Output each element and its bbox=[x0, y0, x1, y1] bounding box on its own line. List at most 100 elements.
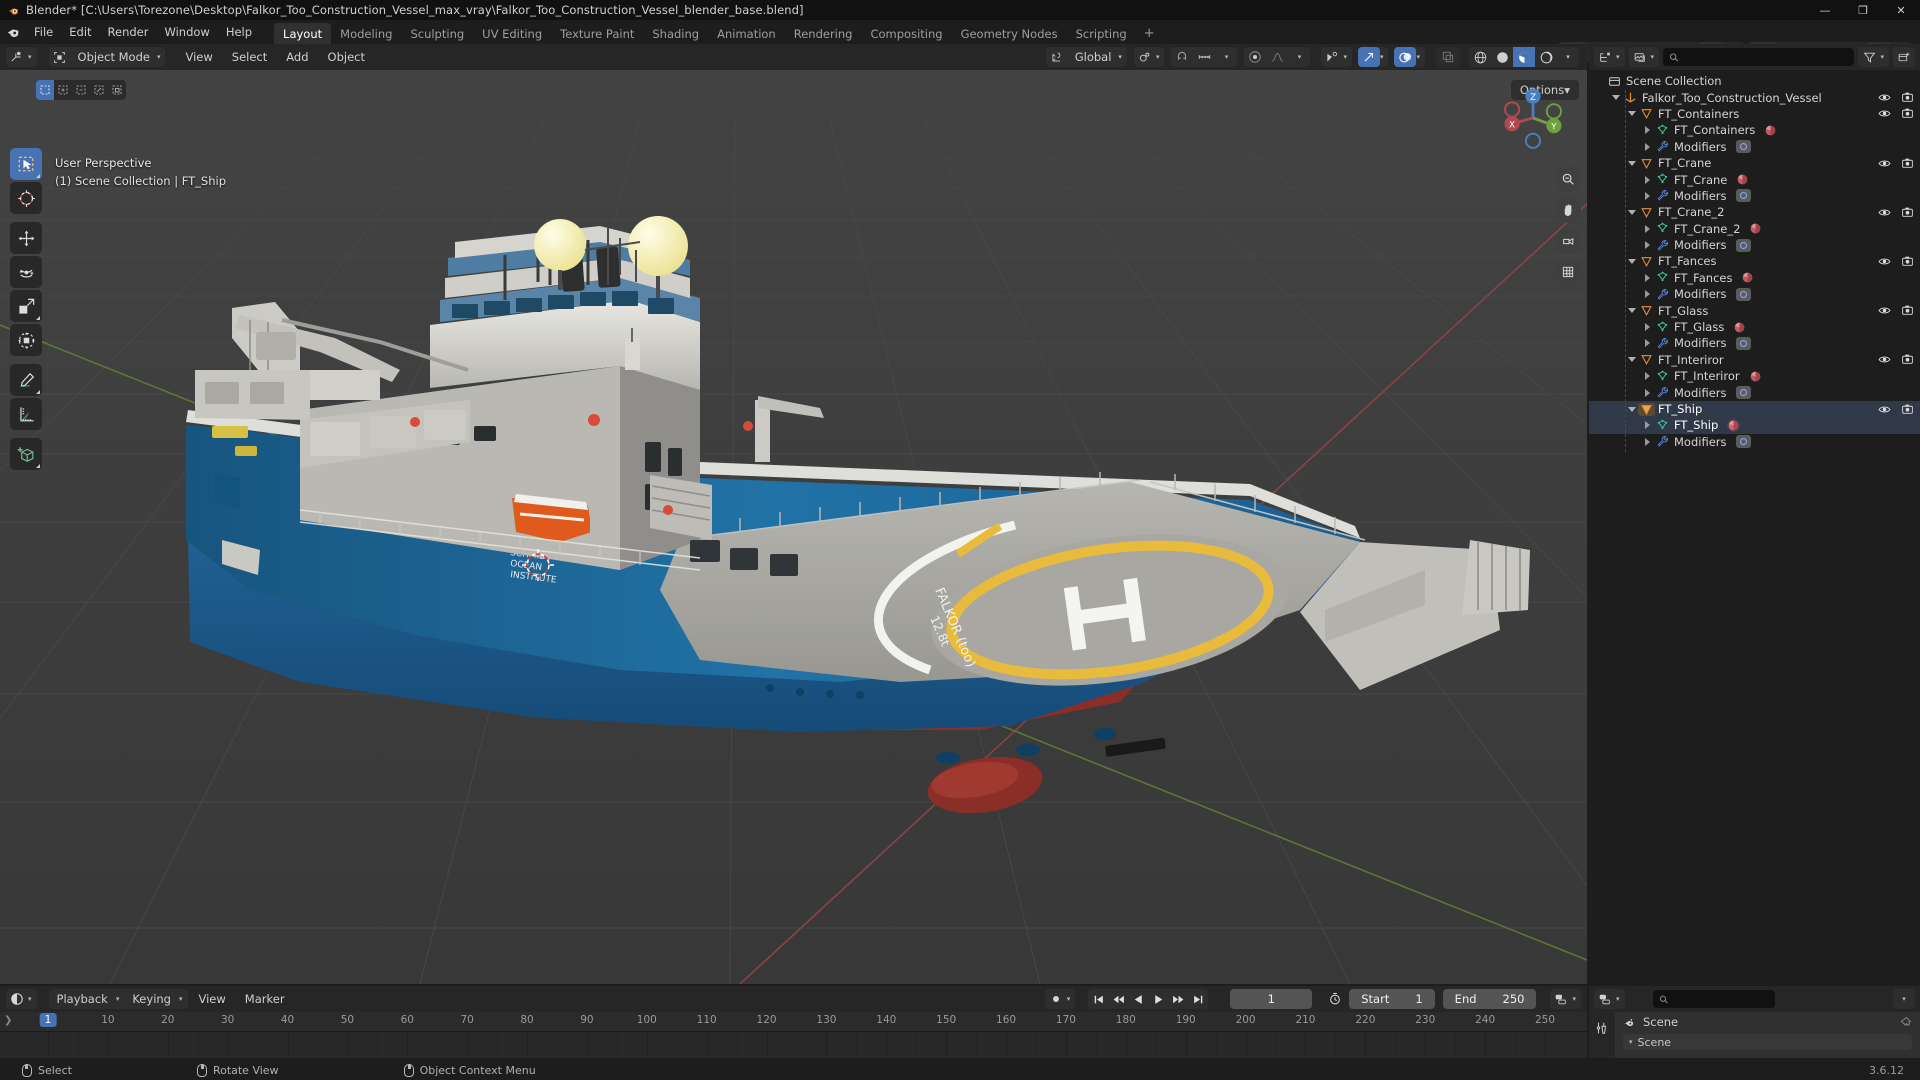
disclosure-triangle-right-icon[interactable] bbox=[1641, 126, 1654, 135]
timeline-menu-playback[interactable]: Playback bbox=[49, 989, 116, 1009]
outliner-row[interactable]: FT_Fances bbox=[1589, 253, 1920, 269]
disclosure-triangle-down-icon[interactable] bbox=[1625, 111, 1638, 117]
visibility-eye-icon[interactable] bbox=[1878, 304, 1891, 317]
timeline-menu-marker[interactable]: Marker bbox=[237, 989, 293, 1009]
menu-window[interactable]: Window bbox=[156, 23, 217, 41]
maximize-button[interactable]: ❐ bbox=[1844, 0, 1882, 20]
add-cube-tool[interactable] bbox=[10, 438, 42, 470]
tab-shading[interactable]: Shading bbox=[643, 23, 708, 44]
overlays-icon[interactable] bbox=[1394, 47, 1417, 67]
properties-tab-column[interactable] bbox=[1589, 1012, 1615, 1058]
viewport-menu-add[interactable]: Add bbox=[278, 47, 316, 67]
timeline-ruler[interactable]: 1 10 20 30 40 50 60 70 80 90 100 110 120 130 140 150 160… bbox=[0, 1012, 1587, 1032]
disclosure-triangle-right-icon[interactable] bbox=[1641, 339, 1654, 348]
material-preview-shading-icon[interactable] bbox=[1513, 47, 1535, 67]
visibility-eye-icon[interactable] bbox=[1878, 157, 1891, 170]
tab-geometry-nodes[interactable]: Geometry Nodes bbox=[952, 23, 1067, 44]
tab-animation[interactable]: Animation bbox=[708, 23, 785, 44]
outliner-row[interactable]: FT_Crane bbox=[1589, 155, 1920, 171]
render-camera-icon[interactable] bbox=[1901, 107, 1914, 120]
outliner-subrow[interactable]: FT_Ship bbox=[1589, 417, 1920, 434]
gizmo-icon[interactable] bbox=[1357, 47, 1380, 67]
disclosure-triangle-right-icon[interactable] bbox=[1641, 388, 1654, 397]
timeline-playhead-label[interactable]: 1 bbox=[39, 1013, 57, 1027]
viewport-menu-select[interactable]: Select bbox=[224, 47, 275, 67]
disclosure-triangle-right-icon[interactable] bbox=[1641, 437, 1654, 446]
tab-compositing[interactable]: Compositing bbox=[861, 23, 951, 44]
visibility-eye-icon[interactable] bbox=[1878, 91, 1891, 104]
viewport-menu-object[interactable]: Object bbox=[320, 47, 373, 67]
tab-sculpting[interactable]: Sculpting bbox=[401, 23, 473, 44]
render-camera-icon[interactable] bbox=[1901, 91, 1914, 104]
timeline-menu-view[interactable]: View bbox=[191, 989, 234, 1009]
3d-viewport[interactable]: SCHMIDT OCEAN INSTITUTE FALKOR (too) bbox=[0, 44, 1587, 984]
properties-search-field[interactable] bbox=[1673, 992, 1769, 1006]
render-camera-icon[interactable] bbox=[1901, 304, 1914, 317]
outliner-editor[interactable]: ▾ ▾ ▾ Scene Collection Falkor_Too_Constr… bbox=[1589, 44, 1920, 984]
material-badge[interactable] bbox=[1736, 173, 1749, 186]
solid-shading-icon[interactable] bbox=[1491, 47, 1513, 67]
material-badge[interactable] bbox=[1764, 124, 1777, 137]
disclosure-triangle-down-icon[interactable] bbox=[1609, 95, 1622, 101]
material-badge[interactable] bbox=[1727, 418, 1741, 432]
menu-edit[interactable]: Edit bbox=[61, 23, 99, 41]
tweak-select-tool[interactable] bbox=[10, 148, 42, 180]
material-badge[interactable] bbox=[1749, 222, 1762, 235]
menu-render[interactable]: Render bbox=[100, 23, 157, 41]
menu-help[interactable]: Help bbox=[218, 23, 260, 41]
render-camera-icon[interactable] bbox=[1901, 353, 1914, 366]
outliner-row[interactable]: FT_Interiror bbox=[1589, 352, 1920, 368]
add-workspace-button[interactable]: + bbox=[1136, 23, 1163, 44]
disclosure-triangle-right-icon[interactable] bbox=[1641, 241, 1654, 250]
properties-content[interactable]: Scene ▾ Scene bbox=[1615, 1012, 1920, 1058]
outliner-subrow[interactable]: FT_Fances bbox=[1589, 270, 1920, 286]
editor-type-selector[interactable]: ▾ bbox=[6, 47, 37, 67]
jump-to-next-keyframe-button[interactable] bbox=[1168, 989, 1188, 1009]
gizmo-selector[interactable]: ▾ bbox=[1357, 47, 1389, 67]
disclosure-triangle-right-icon[interactable] bbox=[1641, 372, 1654, 381]
tab-tool-properties[interactable] bbox=[1589, 1016, 1615, 1040]
render-camera-icon[interactable] bbox=[1901, 403, 1914, 416]
menu-file[interactable]: File bbox=[26, 23, 61, 41]
render-camera-icon[interactable] bbox=[1901, 157, 1914, 170]
disclosure-triangle-down-icon[interactable] bbox=[1625, 160, 1638, 166]
jump-to-end-button[interactable] bbox=[1188, 989, 1208, 1009]
shading-mode-group[interactable]: ▾ bbox=[1469, 47, 1579, 67]
outliner-row[interactable]: Scene Collection bbox=[1589, 73, 1920, 89]
select-extend-icon[interactable] bbox=[54, 80, 72, 100]
properties-scene-panel[interactable]: ▾ Scene bbox=[1623, 1034, 1912, 1050]
properties-editor-type-selector[interactable]: ▾ bbox=[1594, 989, 1625, 1009]
properties-editor[interactable]: ▾ ▾ Scene ▾ Scene bbox=[1589, 986, 1920, 1058]
disclosure-triangle-down-icon[interactable] bbox=[1625, 258, 1638, 264]
render-camera-icon[interactable] bbox=[1901, 206, 1914, 219]
shading-chevron-icon[interactable]: ▾ bbox=[1557, 47, 1579, 67]
wireframe-shading-icon[interactable] bbox=[1469, 47, 1491, 67]
tab-texture-paint[interactable]: Texture Paint bbox=[551, 23, 643, 44]
outliner-subrow[interactable]: FT_Glass bbox=[1589, 319, 1920, 335]
outliner-filter-button[interactable]: ▾ bbox=[1858, 47, 1889, 67]
cursor-tool[interactable] bbox=[10, 182, 42, 214]
material-badge[interactable] bbox=[1733, 321, 1746, 334]
select-intersect-icon[interactable] bbox=[108, 80, 126, 100]
outliner-row[interactable]: FT_Ship bbox=[1589, 400, 1920, 418]
magnet-icon[interactable] bbox=[1171, 47, 1193, 67]
snap-to-increment-icon[interactable] bbox=[1193, 47, 1215, 67]
jump-to-prev-keyframe-button[interactable] bbox=[1108, 989, 1128, 1009]
timeline-editor[interactable]: ▾ Playback ▾ Keying ▾ View Marker ▾ 1 St… bbox=[0, 986, 1587, 1058]
transform-orientation-selector[interactable]: Global ▾ bbox=[1045, 47, 1127, 67]
current-frame-field[interactable]: 1 bbox=[1230, 989, 1313, 1009]
jump-to-start-button[interactable] bbox=[1088, 989, 1108, 1009]
outliner-subrow[interactable]: Modifiers bbox=[1589, 384, 1920, 400]
close-button[interactable]: ✕ bbox=[1882, 0, 1920, 20]
disclosure-triangle-right-icon[interactable] bbox=[1641, 273, 1654, 282]
tab-rendering[interactable]: Rendering bbox=[785, 23, 862, 44]
new-collection-icon[interactable] bbox=[1893, 47, 1915, 67]
timeline-channel-expand-icon[interactable]: ❯ bbox=[4, 1015, 12, 1026]
modifier-badge[interactable] bbox=[1735, 140, 1751, 154]
outliner-subrow[interactable]: FT_Containers bbox=[1589, 122, 1920, 138]
visibility-eye-icon[interactable] bbox=[1878, 107, 1891, 120]
viewport-menu-view[interactable]: View bbox=[177, 47, 220, 67]
tab-layout[interactable]: Layout bbox=[274, 23, 332, 44]
move-view-icon[interactable] bbox=[1555, 197, 1581, 223]
visibility-eye-icon[interactable] bbox=[1878, 403, 1891, 416]
